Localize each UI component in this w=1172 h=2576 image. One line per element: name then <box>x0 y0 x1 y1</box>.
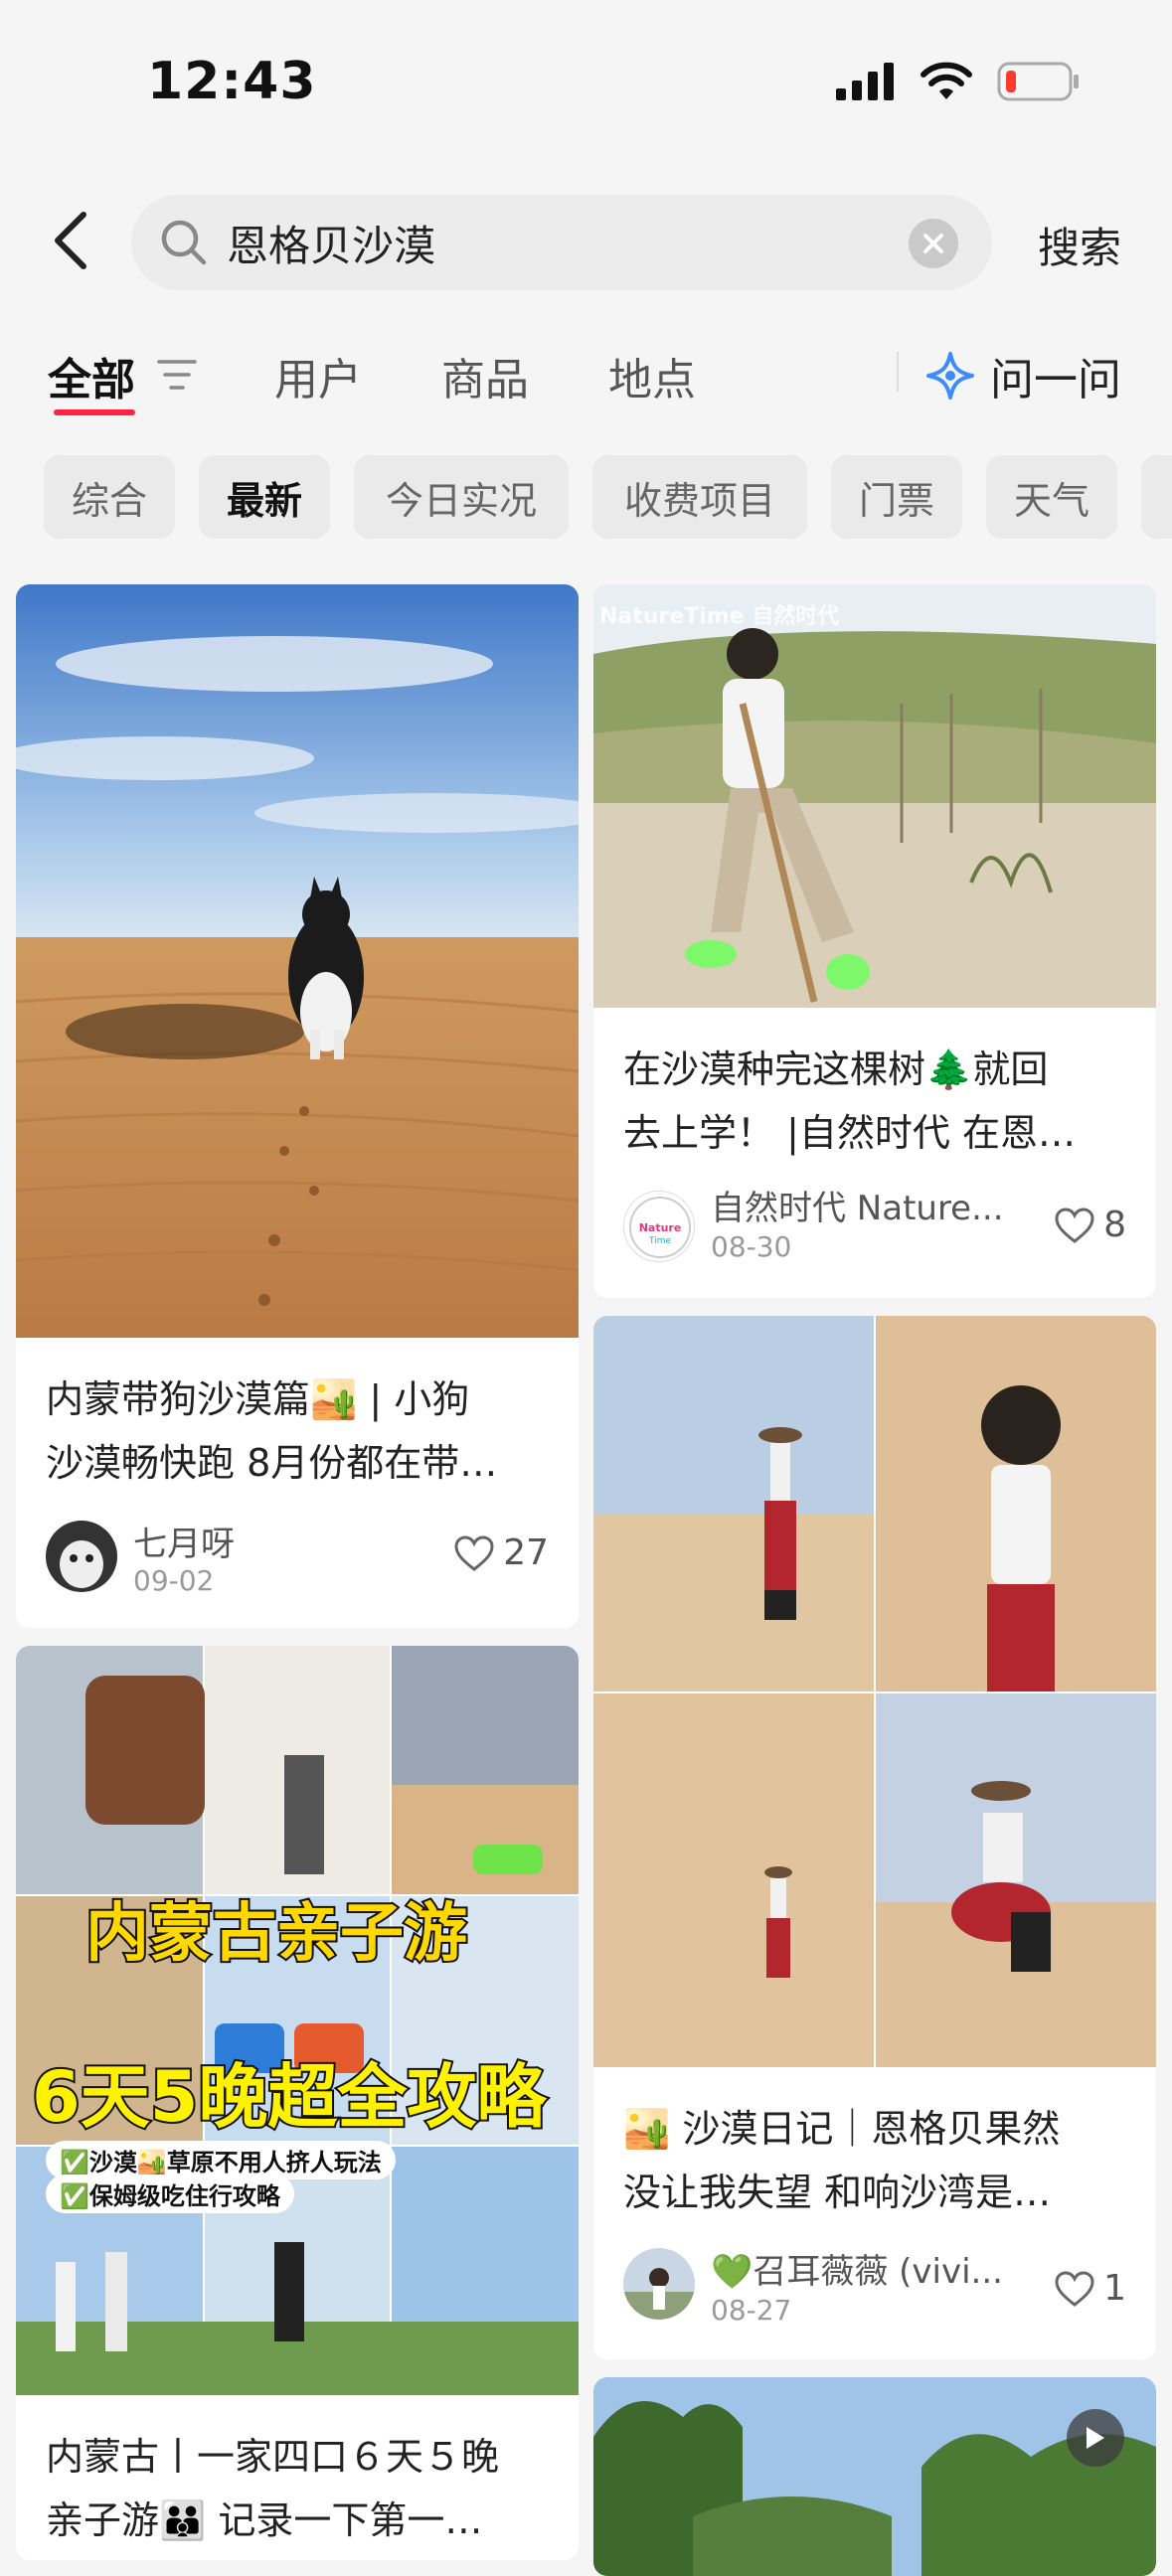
post-title: 内蒙古丨一家四口６天５晚 亲子游👪 记录一下第一… <box>46 2435 500 2542</box>
like-count: 1 <box>1103 2268 1126 2309</box>
sparkle-icon <box>926 352 974 400</box>
svg-text:Nature: Nature <box>639 1221 682 1234</box>
avatar <box>623 2248 695 2320</box>
chip-more[interactable] <box>1141 455 1172 539</box>
like-button[interactable]: 1 <box>1054 2268 1126 2309</box>
tab-active-indicator <box>54 409 135 415</box>
video-play-button[interactable] <box>1067 2409 1124 2467</box>
status-icons <box>836 62 1081 101</box>
heart-icon <box>1055 1207 1094 1243</box>
search-input[interactable]: 恩格贝沙漠 <box>131 195 992 290</box>
back-icon[interactable] <box>50 211 93 270</box>
image-watermark: NatureTime 自然时代 <box>599 604 840 629</box>
post-card[interactable]: 内蒙带狗沙漠篇🏜️ | 小狗 沙漠畅快跑 8月份都在带… 七月呀 09-02 2… <box>16 584 579 1628</box>
chip-paid-items[interactable]: 收费项目 <box>592 455 807 539</box>
post-date: 09-02 <box>133 1564 215 1597</box>
like-count: 8 <box>1103 1205 1126 1245</box>
filter-icon[interactable] <box>157 358 197 392</box>
chip-tickets[interactable]: 门票 <box>831 455 962 539</box>
post-image <box>593 2377 1156 2576</box>
chip-latest[interactable]: 最新 <box>199 455 330 539</box>
post-author: 💚召耳薇薇 (vivi... <box>711 2252 1003 2292</box>
chip-comprehensive[interactable]: 综合 <box>44 455 175 539</box>
like-button[interactable]: 8 <box>1054 1205 1126 1245</box>
search-query: 恩格贝沙漠 <box>227 221 436 270</box>
image-overlay-title: 内蒙古亲子游 <box>84 1895 469 1973</box>
wifi-icon <box>921 62 972 99</box>
tab-all[interactable]: 全部 <box>48 344 135 407</box>
post-card[interactable]: 内蒙古亲子游 6天5晚超全攻略 ✅沙漠🏜️草原不用人挤人玩法 ✅保姆级吃住行攻略… <box>16 1646 579 2560</box>
chip-today-live[interactable]: 今日实况 <box>354 455 569 539</box>
battery-icon <box>997 62 1079 101</box>
tab-users[interactable]: 用户 <box>274 344 362 407</box>
brand-logo: Nature Time <box>629 1197 691 1258</box>
post-image <box>16 1646 579 2395</box>
like-count: 27 <box>503 1532 549 1573</box>
avatar: Nature Time <box>623 1191 695 1262</box>
like-button[interactable]: 27 <box>453 1532 549 1573</box>
post-date: 08-27 <box>711 2294 792 2327</box>
post-card[interactable]: 🏜️ 沙漠日记｜恩格贝果然 没让我失望 和响沙湾是… 💚召耳薇薇 (vivi..… <box>593 1316 1156 2359</box>
heart-icon <box>454 1534 494 1571</box>
chip-weather[interactable]: 天气 <box>986 455 1117 539</box>
divider <box>897 352 899 392</box>
svg-text:Time: Time <box>648 1236 671 1246</box>
search-button[interactable]: 搜索 <box>1038 215 1121 275</box>
post-author: 七月呀 <box>133 1525 235 1564</box>
post-image <box>16 584 579 1338</box>
image-overlay-title: 6天5晚超全攻略 <box>30 2054 548 2140</box>
post-title: 🏜️ 沙漠日记｜恩格贝果然 没让我失望 和响沙湾是… <box>623 2107 1061 2214</box>
ask-label: 问一问 <box>990 355 1121 405</box>
image-badge: ✅保姆级吃住行攻略 <box>46 2174 294 2213</box>
post-image <box>593 584 1156 1008</box>
clear-search-button[interactable] <box>909 219 958 268</box>
post-title: 在沙漠种完这棵树🌲就回 去上学！ |自然时代 在恩… <box>623 1047 1076 1155</box>
signal-icon <box>836 63 894 100</box>
post-date: 08-30 <box>711 1230 792 1263</box>
play-icon <box>1087 2427 1104 2449</box>
close-icon <box>923 234 943 253</box>
ask-button[interactable]: 问一问 <box>924 344 1121 407</box>
tab-places[interactable]: 地点 <box>608 344 696 407</box>
tab-products[interactable]: 商品 <box>441 344 529 407</box>
post-author: 自然时代 Nature... <box>711 1189 1004 1228</box>
post-card[interactable] <box>593 2377 1156 2576</box>
post-title: 内蒙带狗沙漠篇🏜️ | 小狗 沙漠畅快跑 8月份都在带… <box>46 1377 498 1485</box>
post-image <box>593 1316 1156 2067</box>
status-time: 12:43 <box>147 52 317 111</box>
search-icon <box>161 220 207 265</box>
avatar <box>46 1521 117 1592</box>
post-card[interactable]: NatureTime 自然时代 在沙漠种完这棵树🌲就回 去上学！ |自然时代 在… <box>593 584 1156 1298</box>
heart-icon <box>1055 2270 1094 2307</box>
